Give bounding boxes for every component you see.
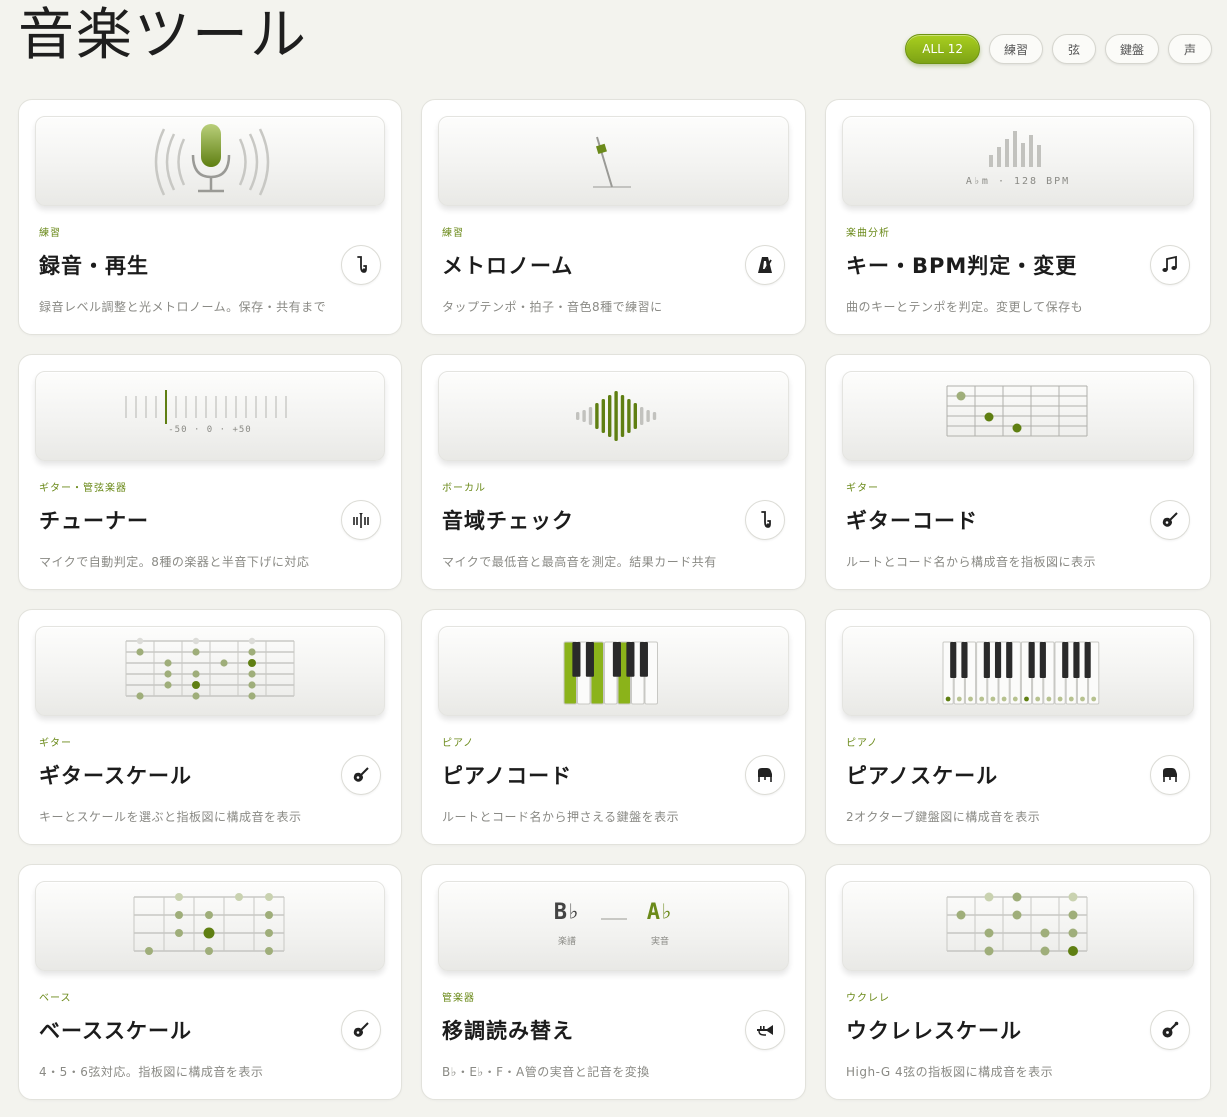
tool-card-bass-scale[interactable]: ベース ベーススケール 4・5・6弦対応。指板図に構成音を表示 [18, 864, 402, 1100]
piano-chord-hero-illustration [438, 626, 789, 716]
recorder-hero-illustration [35, 116, 385, 206]
tool-card-recorder[interactable]: 練習 録音・再生 録音レベル調整と光メトロノーム。保存・共有まで [18, 99, 402, 335]
transpose-written-label: 楽譜 [557, 937, 576, 947]
saxophone-icon[interactable] [341, 245, 381, 285]
ukulele-scale-hero-illustration [842, 881, 1194, 971]
card-title: ウクレレスケール [846, 1019, 1022, 1043]
card-category: 楽曲分析 [846, 228, 890, 239]
ukulele-icon[interactable] [1150, 1010, 1190, 1050]
card-title: 移調読み替え [442, 1019, 574, 1043]
tool-card-ukulele-scale[interactable]: ウクレレ ウクレレスケール High-G 4弦の指板図に構成音を表示 [825, 864, 1211, 1100]
piano-icon[interactable] [1150, 755, 1190, 795]
transpose-written-note: B♭ [553, 900, 581, 925]
card-title: ベーススケール [39, 1019, 192, 1043]
card-category: ウクレレ [846, 993, 890, 1004]
tool-card-key-bpm[interactable]: A♭m · 128 BPM 楽曲分析 キー・BPM判定・変更 曲のキーとテンポを… [825, 99, 1211, 335]
bass-scale-hero-illustration [35, 881, 385, 971]
card-category: 練習 [39, 228, 61, 239]
metronome-hero-illustration [438, 116, 789, 206]
card-description: 2オクターブ鍵盤図に構成音を表示 [846, 810, 1041, 824]
tuner-scale-readout: -50 · 0 · +50 [168, 425, 252, 435]
filter-chip-keyboard[interactable]: 鍵盤 [1104, 34, 1159, 64]
card-title: 音域チェック [442, 509, 574, 533]
card-title: キー・BPM判定・変更 [846, 254, 1078, 278]
transpose-concert-label: 実音 [650, 937, 669, 947]
tool-grid: 練習 録音・再生 録音レベル調整と光メトロノーム。保存・共有まで 練習 メトロノ… [18, 99, 1211, 1100]
card-description: タップテンポ・拍子・音色8種で練習に [442, 300, 663, 314]
card-description: 4・5・6弦対応。指板図に構成音を表示 [39, 1065, 264, 1079]
tuner-icon[interactable] [341, 500, 381, 540]
piano-icon[interactable] [745, 755, 785, 795]
card-category: ギター [846, 483, 879, 494]
guitar-icon[interactable] [341, 755, 381, 795]
card-category: ピアノ [442, 738, 475, 749]
card-description: 録音レベル調整と光メトロノーム。保存・共有まで [39, 300, 327, 314]
card-title: メトロノーム [442, 254, 574, 278]
transpose-arrow [601, 918, 627, 920]
tool-card-metronome[interactable]: 練習 メトロノーム タップテンポ・拍子・音色8種で練習に [421, 99, 806, 335]
tool-card-guitar-scale[interactable]: ギター ギタースケール キーとスケールを選ぶと指板図に構成音を表示 [18, 609, 402, 845]
trumpet-icon[interactable] [745, 1010, 785, 1050]
card-category: 練習 [442, 228, 464, 239]
metronome-icon[interactable] [745, 245, 785, 285]
card-title: ピアノスケール [846, 764, 999, 788]
card-description: キーとスケールを選ぶと指板図に構成音を表示 [39, 810, 302, 824]
card-description: マイクで最低音と最高音を測定。結果カード共有 [442, 555, 717, 569]
tool-card-transpose[interactable]: B♭ 楽譜 A♭ 実音 管楽器 移調読み替え B♭・E♭・F・A管の実音と記音を… [421, 864, 806, 1100]
guitar-scale-hero-illustration [35, 626, 385, 716]
card-category: ギター・管弦楽器 [39, 483, 127, 494]
card-description: 曲のキーとテンポを判定。変更して保存も [846, 300, 1084, 314]
saxophone-icon[interactable] [745, 500, 785, 540]
piano-scale-hero-illustration [842, 626, 1194, 716]
card-description: ルートとコード名から押さえる鍵盤を表示 [442, 810, 680, 824]
card-description: マイクで自動判定。8種の楽器と半音下げに対応 [39, 555, 310, 569]
filter-chip-all[interactable]: ALL 12 [905, 34, 980, 64]
tool-card-piano-chord[interactable]: ピアノ ピアノコード ルートとコード名から押さえる鍵盤を表示 [421, 609, 806, 845]
tuner-hero-illustration: -50 · 0 · +50 [35, 371, 385, 461]
filter-chip-voice[interactable]: 声 [1168, 34, 1212, 64]
vocal-range-hero-illustration [438, 371, 789, 461]
filter-bar: ALL 12 練習 弦 鍵盤 声 [905, 34, 1212, 64]
music-note-icon[interactable] [1150, 245, 1190, 285]
filter-chip-strings[interactable]: 弦 [1051, 34, 1096, 64]
card-title: チューナー [39, 509, 149, 533]
card-category: ピアノ [846, 738, 879, 749]
card-description: ルートとコード名から構成音を指板図に表示 [846, 555, 1097, 569]
key-bpm-readout: A♭m · 128 BPM [965, 176, 1071, 187]
tool-card-guitar-chord[interactable]: ギター ギターコード ルートとコード名から構成音を指板図に表示 [825, 354, 1211, 590]
card-category: 管楽器 [442, 993, 475, 1004]
page-title: 音楽ツール [18, 3, 308, 68]
guitar-chord-hero-illustration [842, 371, 1194, 461]
card-title: ギターコード [846, 509, 978, 533]
tool-card-piano-scale[interactable]: ピアノ ピアノスケール 2オクターブ鍵盤図に構成音を表示 [825, 609, 1211, 845]
card-category: ギター [39, 738, 72, 749]
transpose-hero-illustration: B♭ 楽譜 A♭ 実音 [438, 881, 789, 971]
filter-chip-practice[interactable]: 練習 [988, 34, 1043, 64]
key-bpm-hero-illustration: A♭m · 128 BPM [842, 116, 1194, 206]
tool-card-vocal-range[interactable]: ボーカル 音域チェック マイクで最低音と最高音を測定。結果カード共有 [421, 354, 806, 590]
card-title: ギタースケール [39, 764, 192, 788]
card-category: ボーカル [442, 483, 486, 494]
card-description: High-G 4弦の指板図に構成音を表示 [846, 1065, 1054, 1079]
transpose-concert-note: A♭ [646, 900, 674, 925]
guitar-icon[interactable] [1150, 500, 1190, 540]
card-category: ベース [39, 993, 72, 1004]
guitar-icon[interactable] [341, 1010, 381, 1050]
card-title: ピアノコード [442, 764, 573, 788]
card-title: 録音・再生 [39, 254, 149, 278]
card-description: B♭・E♭・F・A管の実音と記音を変換 [442, 1065, 650, 1079]
tool-card-tuner[interactable]: -50 · 0 · +50 ギター・管弦楽器 チューナー マイクで自動判定。8種… [18, 354, 402, 590]
